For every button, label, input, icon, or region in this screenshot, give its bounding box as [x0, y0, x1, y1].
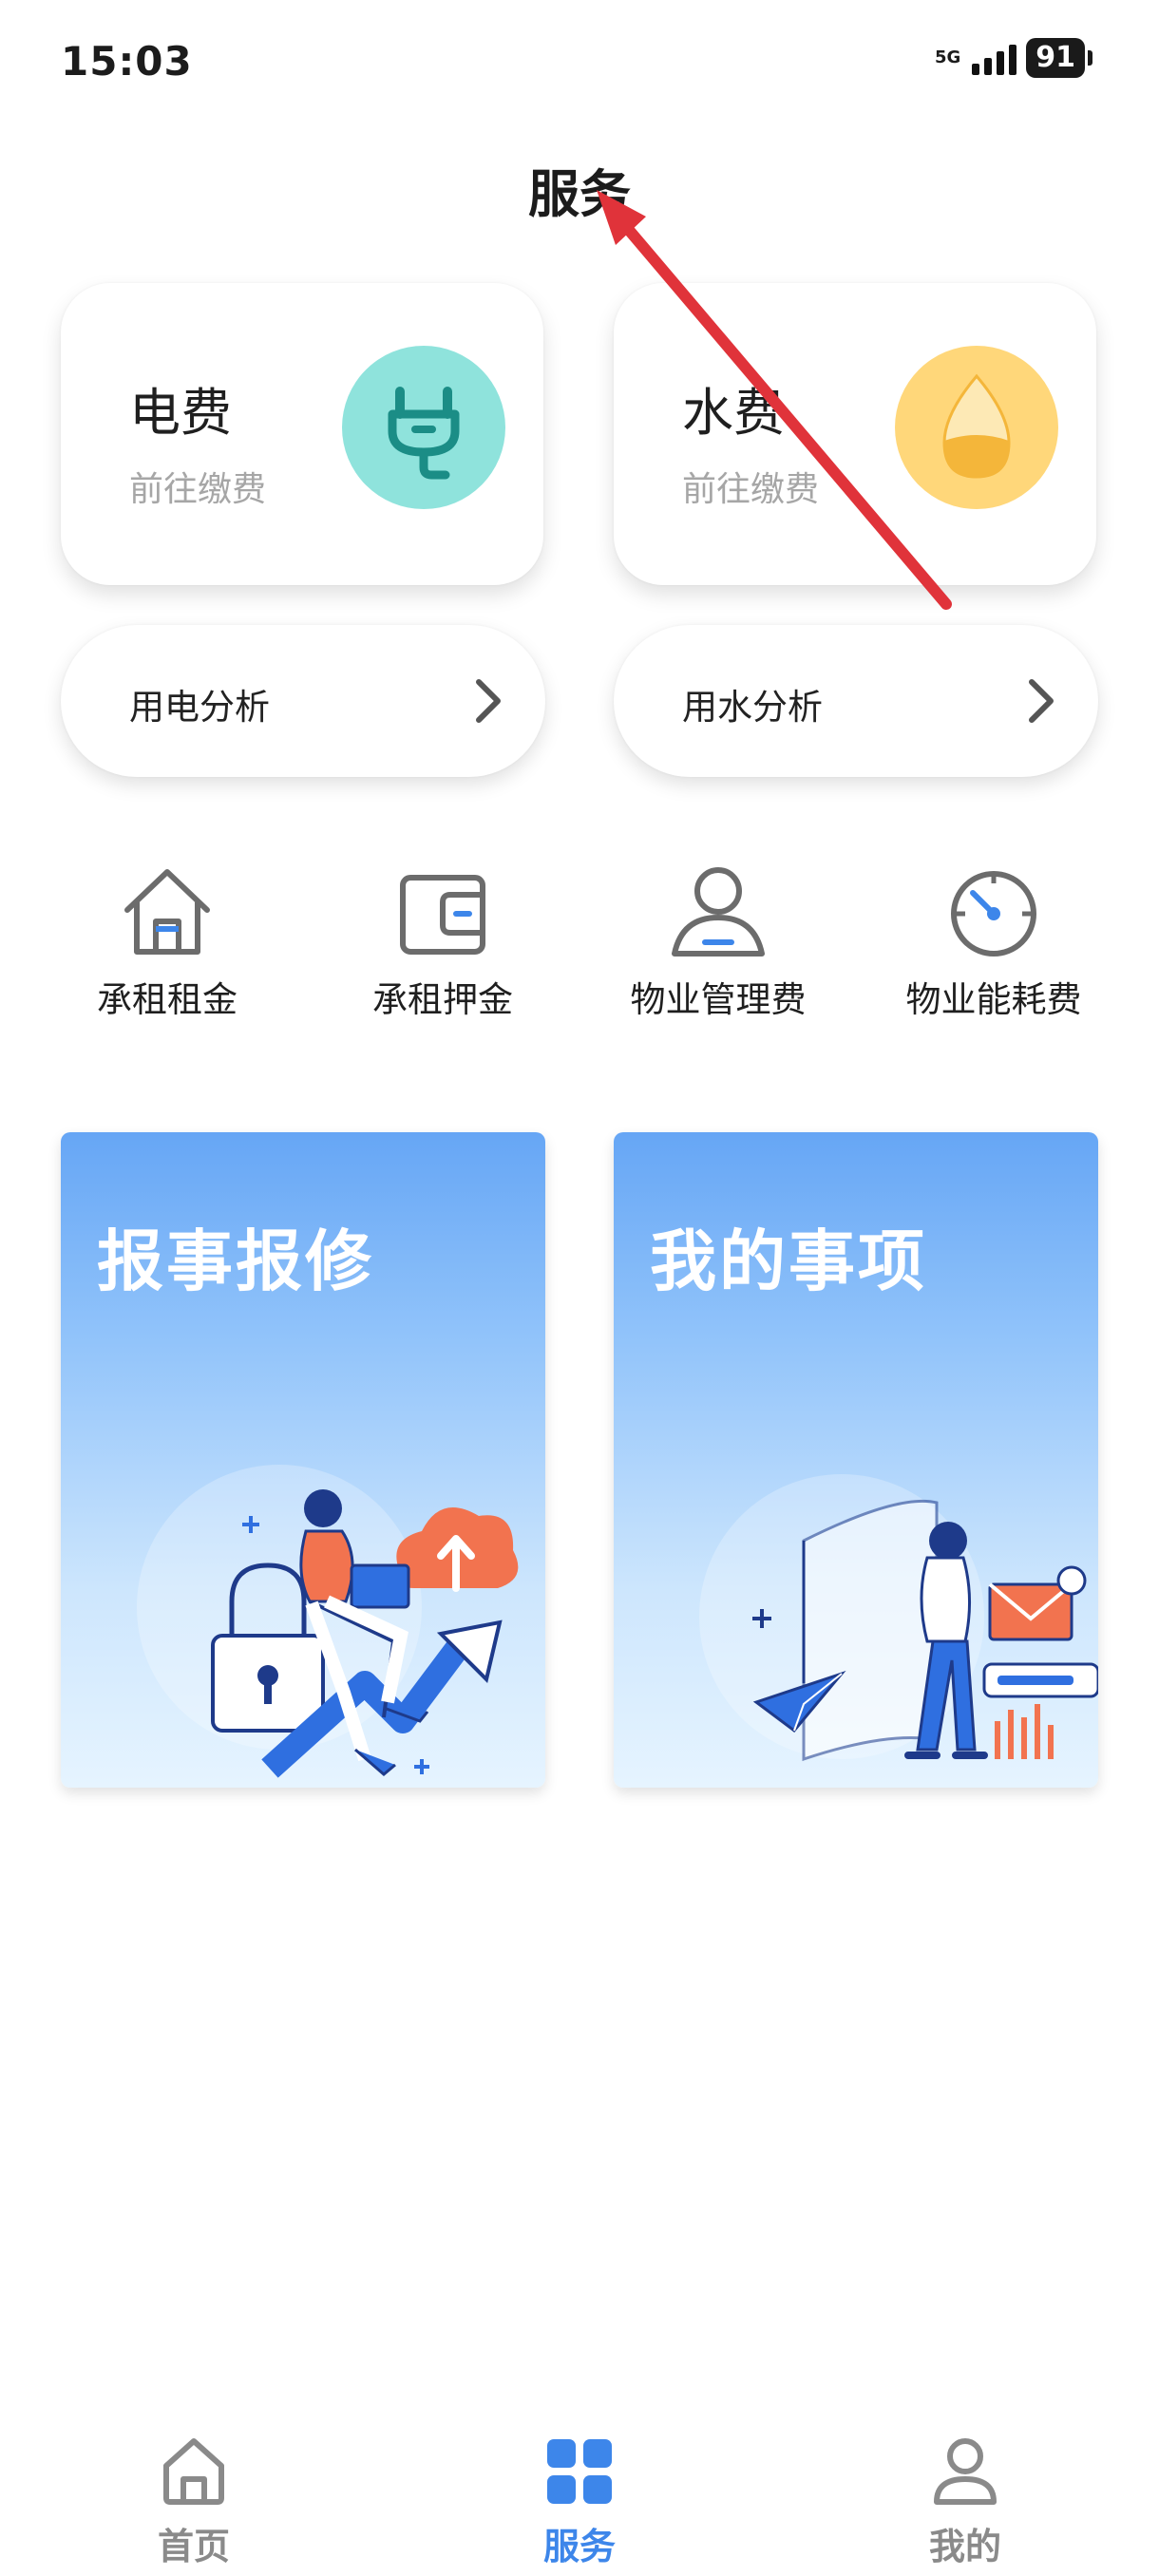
rent-service[interactable]: 承租租金	[25, 862, 310, 1022]
repair-illustration	[137, 1465, 519, 1778]
fee-card-subtitle: 前往缴费	[682, 470, 820, 509]
nav-label: 我的	[928, 2526, 1001, 2567]
banner-title: 报事报修	[97, 1222, 374, 1300]
plug-icon	[342, 346, 505, 509]
nav-label: 服务	[542, 2526, 616, 2567]
analysis-label: 用电分析	[129, 687, 270, 728]
fee-card-title: 水费	[682, 383, 785, 443]
network-type: 5G	[934, 47, 961, 67]
grid-icon	[547, 2439, 612, 2504]
nav-label: 首页	[157, 2526, 230, 2567]
house-icon	[124, 869, 210, 955]
energy-fee-service[interactable]: 物业能耗费	[851, 862, 1136, 1022]
chevron-right-icon	[1029, 679, 1054, 723]
service-label: 物业能耗费	[905, 979, 1082, 1020]
service-label: 承租押金	[372, 979, 513, 1020]
signal-bars-icon	[972, 41, 1017, 75]
nav-mine[interactable]: 我的	[861, 2430, 1070, 2569]
user-icon	[934, 2438, 997, 2505]
analysis-label: 用水分析	[682, 687, 823, 728]
property-fee-service[interactable]: 物业管理费	[576, 862, 861, 1022]
water-drop-icon	[895, 346, 1058, 509]
gauge-icon	[951, 871, 1036, 957]
electric-fee-card[interactable]: 电费 前往缴费	[61, 283, 543, 585]
nav-home[interactable]: 首页	[89, 2430, 298, 2569]
status-icons: 5G 91	[935, 38, 1092, 78]
battery-level: 91	[1026, 38, 1085, 78]
my-items-illustration	[699, 1474, 1098, 1762]
water-analysis-link[interactable]: 用水分析	[614, 625, 1098, 777]
fee-card-title: 电费	[129, 383, 232, 443]
banner-title: 我的事项	[650, 1222, 927, 1300]
deposit-service[interactable]: 承租押金	[300, 862, 585, 1022]
person-icon	[672, 867, 765, 957]
battery-icon: 91	[1026, 38, 1092, 78]
water-fee-card[interactable]: 水费 前往缴费	[614, 283, 1096, 585]
page-title: 服务	[528, 164, 631, 224]
nav-service[interactable]: 服务	[475, 2430, 684, 2569]
electricity-analysis-link[interactable]: 用电分析	[61, 625, 545, 777]
fee-card-subtitle: 前往缴费	[129, 470, 267, 509]
home-icon	[163, 2438, 224, 2505]
chevron-right-icon	[476, 679, 501, 723]
report-repair-banner[interactable]: 报事报修	[61, 1132, 545, 1788]
service-label: 承租租金	[97, 979, 238, 1020]
wallet-icon	[400, 875, 485, 955]
my-items-banner[interactable]: 我的事项	[614, 1132, 1098, 1788]
service-label: 物业管理费	[630, 979, 807, 1020]
status-time: 15:03	[61, 38, 193, 85]
